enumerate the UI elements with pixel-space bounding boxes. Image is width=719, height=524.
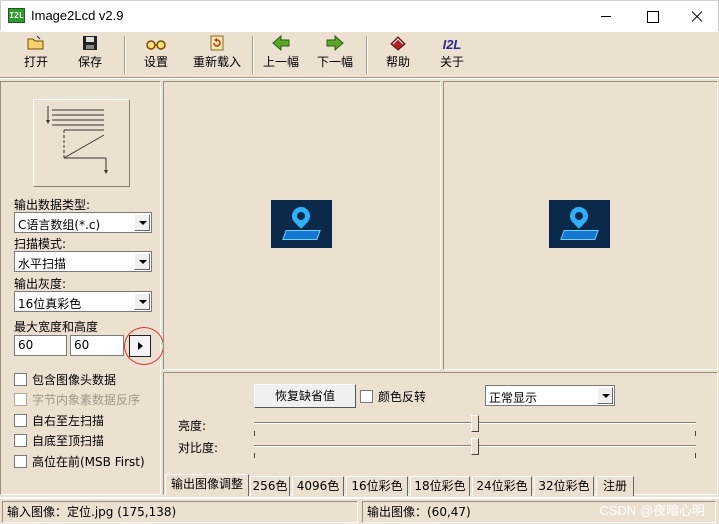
save-label: 保存: [77, 55, 102, 69]
window-title: Image2Lcd v2.9: [31, 8, 124, 23]
open-folder-icon: [14, 35, 58, 55]
display-mode-value: 正常显示: [489, 391, 538, 405]
brightness-label: 亮度:: [178, 419, 207, 433]
main-area: 输出数据类型: C语言数组(*.c) 扫描模式: 水平扫描 输出灰度: 16位真…: [0, 79, 719, 497]
invert-colors-checkbox[interactable]: [360, 390, 373, 403]
help-book-icon: [376, 35, 420, 55]
scan-direction-diagram: [46, 106, 108, 174]
toolbar-separator: [366, 36, 368, 74]
about-label: 关于: [439, 55, 464, 69]
display-mode-select[interactable]: 正常显示: [485, 385, 615, 406]
previous-label: 上一幅: [262, 55, 299, 69]
next-label: 下一幅: [316, 55, 353, 69]
right-to-left-label: 自右至左扫描: [32, 414, 105, 428]
chevron-down-icon[interactable]: [597, 387, 613, 404]
reverse-pixel-order-label: 字节内象素数据反序: [32, 393, 141, 407]
adjustment-panel: 恢复缺省值 颜色反转 正常显示 亮度: 对比度: 输出图像调整 256色 409…: [163, 372, 718, 496]
toolbar-separator: [124, 36, 126, 74]
bottom-to-top-checkbox[interactable]: [14, 434, 27, 447]
tab-18bit-color[interactable]: 18位彩色: [410, 476, 470, 496]
size-label: 最大宽度和高度: [14, 320, 99, 334]
include-header-checkbox[interactable]: [14, 373, 27, 386]
gray-select[interactable]: 16位真彩色: [14, 291, 152, 312]
reload-icon: [188, 35, 246, 55]
brightness-slider[interactable]: [471, 415, 479, 432]
tab-register[interactable]: 注册: [596, 476, 634, 496]
save-button[interactable]: 保存: [68, 35, 112, 75]
floppy-disk-icon: [68, 35, 112, 55]
maximize-button[interactable]: [629, 1, 675, 32]
title-bar: I2L Image2Lcd v2.9: [0, 0, 719, 31]
tab-output-adjust[interactable]: 输出图像调整: [165, 474, 249, 496]
location-pin-image: [271, 200, 332, 248]
tab-16bit-color[interactable]: 16位彩色: [346, 476, 408, 496]
tab-256-colors[interactable]: 256色: [250, 476, 290, 496]
open-button[interactable]: 打开: [14, 35, 58, 75]
gray-label: 输出灰度:: [14, 277, 67, 291]
scan-preview: [33, 99, 130, 187]
previous-button[interactable]: 上一幅: [258, 34, 304, 75]
chevron-down-icon[interactable]: [134, 214, 150, 231]
max-width-input[interactable]: 60: [14, 335, 67, 356]
right-to-left-checkbox[interactable]: [14, 414, 27, 427]
bottom-to-top-label: 自底至顶扫描: [32, 434, 105, 448]
chevron-down-icon[interactable]: [134, 253, 150, 270]
location-pin-image: [549, 200, 610, 248]
scan-mode-select[interactable]: 水平扫描: [14, 251, 152, 272]
tab-4096-colors[interactable]: 4096色: [292, 476, 344, 496]
pin-base: [560, 230, 599, 240]
output-image-pane: [443, 81, 718, 370]
settings-panel: 输出数据类型: C语言数组(*.c) 扫描模式: 水平扫描 输出灰度: 16位真…: [0, 81, 164, 495]
tab-32bit-color[interactable]: 32位彩色: [534, 476, 594, 496]
scan-mode-label: 扫描模式:: [14, 237, 67, 251]
location-pin-icon: [288, 203, 314, 229]
watermark: CSDN @夜暗心明: [599, 503, 705, 518]
chevron-down-icon[interactable]: [134, 293, 150, 310]
minimize-button[interactable]: [583, 1, 629, 32]
help-button[interactable]: 帮助: [376, 35, 420, 75]
open-label: 打开: [23, 55, 48, 69]
arrow-right-icon: [312, 34, 358, 55]
include-header-label: 包含图像头数据: [32, 373, 117, 387]
glasses-icon: [134, 35, 178, 55]
gray-value: 16位真彩色: [18, 297, 82, 311]
tab-24bit-color[interactable]: 24位彩色: [472, 476, 532, 496]
toolbar: 打开 保存 设置 重新载入 上一幅 下一幅 帮助 I2L 关于: [0, 31, 719, 78]
output-type-label: 输出数据类型:: [14, 198, 91, 212]
scan-mode-value: 水平扫描: [18, 257, 67, 271]
invert-colors-label: 颜色反转: [378, 390, 427, 404]
contrast-slider[interactable]: [471, 438, 479, 455]
settings-button[interactable]: 设置: [134, 35, 178, 75]
msb-first-label: 高位在前(MSB First): [32, 455, 145, 469]
input-image-status: 输入图像：定位.jpg (175,138): [2, 501, 358, 523]
msb-first-checkbox[interactable]: [14, 455, 27, 468]
next-button[interactable]: 下一幅: [312, 34, 358, 75]
arrow-left-icon: [258, 34, 304, 55]
max-height-input[interactable]: 60: [70, 335, 124, 356]
output-type-value: C语言数组(*.c): [18, 218, 101, 232]
i2l-logo-icon: I2L: [442, 37, 462, 52]
reload-label: 重新载入: [192, 55, 241, 69]
contrast-label: 对比度:: [178, 441, 219, 455]
restore-defaults-button[interactable]: 恢复缺省值: [254, 384, 356, 408]
input-image-pane: [163, 81, 441, 370]
reverse-pixel-order-checkbox: [14, 393, 27, 406]
pin-base: [282, 230, 321, 240]
toolbar-separator: [252, 36, 254, 74]
reload-button[interactable]: 重新载入: [188, 35, 246, 75]
help-label: 帮助: [385, 55, 410, 69]
location-pin-icon: [566, 203, 592, 229]
settings-label: 设置: [143, 55, 168, 69]
app-icon: I2L: [8, 8, 25, 23]
output-type-select[interactable]: C语言数组(*.c): [14, 212, 152, 233]
close-button[interactable]: [674, 1, 719, 32]
annotation-circle: [124, 327, 164, 365]
about-button[interactable]: I2L 关于: [430, 35, 474, 75]
